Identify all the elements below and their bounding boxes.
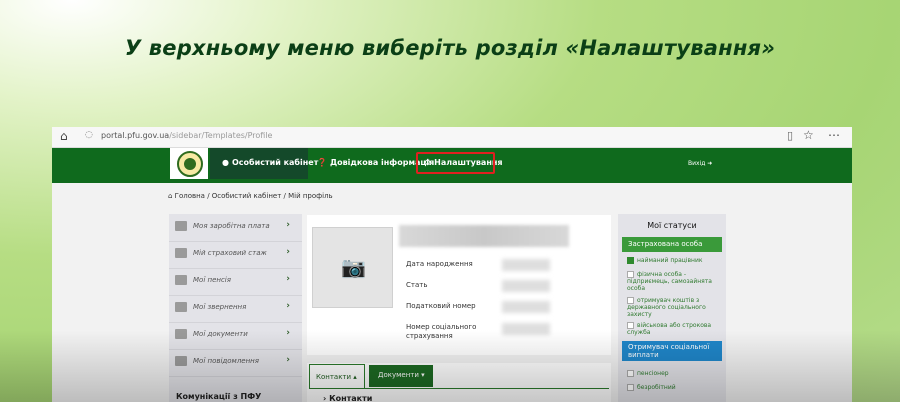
record-icon <box>175 248 187 258</box>
document-icon <box>175 329 187 339</box>
status-item-unemployed[interactable]: безробітний <box>627 384 723 391</box>
home-breadcrumb-icon: ⌂ <box>168 192 175 200</box>
envelope-icon <box>175 356 187 366</box>
sidebar-item-insurance-record[interactable]: Мій страховий стаж › <box>169 241 302 269</box>
profile-social-number-label-2: страхування <box>406 332 453 340</box>
tab-documents[interactable]: Документи ▾ <box>369 365 433 387</box>
chevron-right-icon: › <box>286 355 290 365</box>
checkbox-icon[interactable] <box>627 384 634 391</box>
profile-photo-placeholder[interactable]: 📷 <box>312 227 393 308</box>
folder-icon <box>175 275 187 285</box>
nav-item-personal-cabinet[interactable]: ● Особистий кабінет <box>222 158 318 167</box>
status-group-insured: Застрахована особа <box>622 237 722 252</box>
settings-highlight-frame <box>416 152 495 174</box>
chevron-right-icon: › <box>286 274 290 284</box>
profile-tax-number-label: Податковий номер <box>406 302 476 310</box>
pfu-logo[interactable] <box>170 148 208 179</box>
more-menu-icon[interactable]: ⋯ <box>828 128 840 142</box>
profile-gender-label: Стать <box>406 281 428 289</box>
sidebar-item-notifications[interactable]: Мої повідомлення › <box>169 349 302 377</box>
chevron-right-icon: › <box>286 328 290 338</box>
profile-birthdate-label: Дата народження <box>406 260 473 268</box>
camera-icon: 📷 <box>341 255 366 279</box>
favorite-star-icon[interactable]: ☆ <box>803 128 814 142</box>
chevron-right-icon: › <box>286 301 290 311</box>
status-item-employee[interactable]: найманий працівник <box>627 257 723 264</box>
pfu-emblem <box>177 151 203 177</box>
address-bar[interactable]: ◌ portal.pfu.gov.ua/sidebar/Templates/Pr… <box>83 130 783 144</box>
profile-tabs: Контакти ▴ Документи ▾ › Контакти <box>307 363 611 402</box>
profile-social-number-label: Номер соціального <box>406 323 477 331</box>
message-icon <box>175 302 187 312</box>
statuses-title: Мої статуси <box>647 221 697 230</box>
status-item-military[interactable]: військова або строкова служба <box>627 322 723 336</box>
sidebar-item-requests[interactable]: Мої звернення › <box>169 295 302 323</box>
url-text: portal.pfu.gov.ua/sidebar/Templates/Prof… <box>101 131 273 140</box>
checkbox-checked-icon[interactable] <box>627 257 634 264</box>
sidebar: Моя заробітна плата › Мій страховий стаж… <box>169 214 302 402</box>
checkbox-icon[interactable] <box>627 297 634 304</box>
profile-card: 📷 Дата народження Стать Податковий номер… <box>307 215 611 355</box>
checkbox-icon[interactable] <box>627 370 634 377</box>
question-icon: ❓ <box>317 158 327 167</box>
status-item-entrepreneur[interactable]: фізична особа - підприємець, самозайнята… <box>627 271 723 292</box>
site-info-icon: ◌ <box>85 130 93 140</box>
nav-bottom-stripe <box>52 179 852 183</box>
sidebar-heading-communications: Комунікації з ПФУ <box>176 392 262 401</box>
profile-birthdate-value-blurred <box>502 259 550 271</box>
status-item-pensioner[interactable]: пенсіонер <box>627 370 723 377</box>
home-icon[interactable]: ⌂ <box>60 129 68 143</box>
profile-tax-value-blurred <box>502 301 550 313</box>
tab-contacts[interactable]: Контакти ▴ <box>309 364 365 388</box>
profile-name-blurred <box>399 225 569 247</box>
statuses-panel: Мої статуси Застрахована особа найманий … <box>618 214 726 402</box>
checkbox-icon[interactable] <box>627 271 634 278</box>
status-group-social-payment: Отримувач соціальної виплати <box>622 341 722 361</box>
profile-social-value-blurred <box>502 323 550 335</box>
instruction-headline: У верхньому меню виберіть розділ «Налашт… <box>124 36 776 60</box>
sidebar-item-pension[interactable]: Мої пенсія › <box>169 268 302 296</box>
chevron-right-icon: › <box>286 247 290 257</box>
reading-view-icon[interactable]: ▯ <box>787 129 793 142</box>
user-icon: ● <box>222 158 229 167</box>
logout-link[interactable]: Вихід ➜ <box>688 160 712 167</box>
browser-window: ⌂ ◌ portal.pfu.gov.ua/sidebar/Templates/… <box>52 127 852 402</box>
browser-toolbar: ⌂ ◌ portal.pfu.gov.ua/sidebar/Templates/… <box>52 127 852 148</box>
contacts-section-heading[interactable]: › Контакти <box>323 394 372 402</box>
profile-gender-value-blurred <box>502 280 550 292</box>
salary-icon <box>175 221 187 231</box>
breadcrumb: ⌂ Головна / Особистий кабінет / Мій проф… <box>168 192 333 200</box>
chevron-right-icon: › <box>286 220 290 230</box>
tabs-divider <box>309 388 609 389</box>
sidebar-item-documents[interactable]: Мої документи › <box>169 322 302 350</box>
status-item-social-protection[interactable]: отримувач коштів з державного соціальног… <box>627 297 723 318</box>
checkbox-icon[interactable] <box>627 322 634 329</box>
sidebar-item-salary[interactable]: Моя заробітна плата › <box>169 214 302 242</box>
